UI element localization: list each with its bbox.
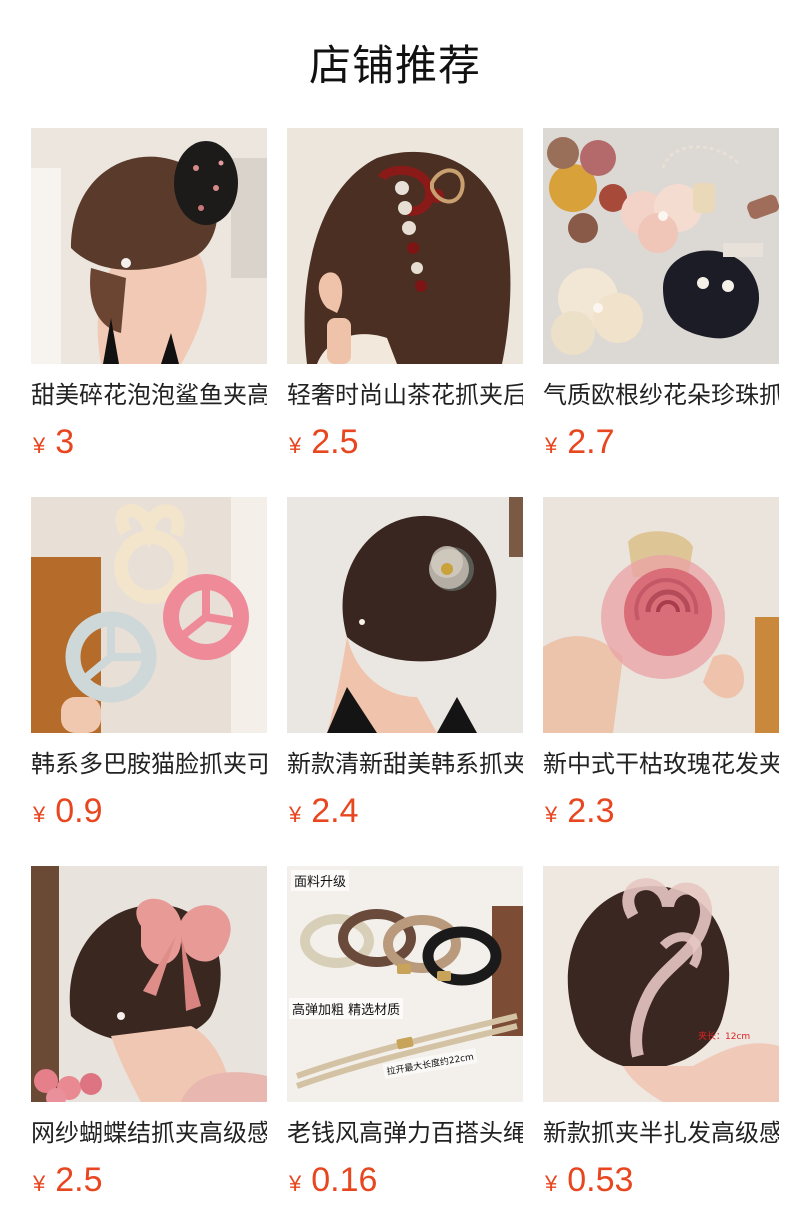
rose-hair-clip-photo[interactable] bbox=[543, 497, 779, 733]
currency-symbol: ¥ bbox=[33, 433, 46, 458]
product-name[interactable]: 甜美碎花泡泡鲨鱼夹高级感 bbox=[31, 378, 267, 412]
price-value: 0.9 bbox=[55, 792, 103, 830]
product-name[interactable]: 气质欧根纱花朵珍珠抓夹 bbox=[543, 378, 779, 412]
product-card[interactable]: 甜美碎花泡泡鲨鱼夹高级感 ¥ 3 bbox=[31, 128, 267, 465]
currency-symbol: ¥ bbox=[289, 802, 302, 827]
heart-claw-clip-photo[interactable]: 夹长：12cm bbox=[543, 866, 779, 1102]
product-card[interactable]: 韩系多巴胺猫脸抓夹可爱 ¥ 0.9 bbox=[31, 497, 267, 834]
product-price: ¥ 0.16 bbox=[287, 1158, 523, 1202]
organza-flower-clips-photo[interactable] bbox=[543, 128, 779, 364]
product-price: ¥ 2.3 bbox=[543, 789, 779, 833]
currency-symbol: ¥ bbox=[545, 1171, 558, 1196]
price-value: 0.53 bbox=[567, 1161, 634, 1199]
product-name[interactable]: 老钱风高弹力百搭头绳 bbox=[287, 1116, 523, 1150]
hair-ties-photo[interactable]: 面料升级 高弹加粗 精选材质 拉开最大长度约22cm bbox=[287, 866, 523, 1102]
currency-symbol: ¥ bbox=[545, 433, 558, 458]
product-price: ¥ 3 bbox=[31, 420, 267, 464]
product-card[interactable]: 网纱蝴蝶结抓夹高级感 ¥ 2.5 bbox=[31, 866, 267, 1203]
product-name[interactable]: 轻奢时尚山茶花抓夹后脑勺 bbox=[287, 378, 523, 412]
product-price: ¥ 2.7 bbox=[543, 420, 779, 464]
product-card[interactable]: 气质欧根纱花朵珍珠抓夹 ¥ 2.7 bbox=[543, 128, 779, 465]
price-value: 0.16 bbox=[311, 1161, 378, 1199]
overlay-label-size: 夹长：12cm bbox=[698, 1032, 751, 1042]
flower-claw-clip-photo[interactable] bbox=[287, 497, 523, 733]
price-value: 2.5 bbox=[311, 423, 359, 461]
currency-symbol: ¥ bbox=[289, 433, 302, 458]
product-price: ¥ 2.5 bbox=[287, 420, 523, 464]
overlay-label-top: 面料升级 bbox=[291, 870, 350, 891]
product-price: ¥ 2.4 bbox=[287, 789, 523, 833]
camellia-claw-clip-photo[interactable] bbox=[287, 128, 523, 364]
product-price: ¥ 0.53 bbox=[543, 1158, 779, 1202]
price-value: 3 bbox=[55, 423, 75, 461]
page-title: 店铺推荐 bbox=[308, 41, 481, 90]
price-value: 2.4 bbox=[311, 792, 359, 830]
bow-claw-clip-photo[interactable] bbox=[31, 866, 267, 1102]
product-price: ¥ 0.9 bbox=[31, 789, 267, 833]
overlay-label-mid: 高弹加粗 精选材质 bbox=[289, 998, 404, 1019]
currency-symbol: ¥ bbox=[545, 802, 558, 827]
product-name[interactable]: 新款清新甜美韩系抓夹 bbox=[287, 747, 523, 781]
currency-symbol: ¥ bbox=[33, 1171, 46, 1196]
price-value: 2.7 bbox=[567, 423, 615, 461]
price-value: 2.3 bbox=[567, 792, 615, 830]
product-name[interactable]: 网纱蝴蝶结抓夹高级感 bbox=[31, 1116, 267, 1150]
price-value: 2.5 bbox=[55, 1161, 103, 1199]
product-name[interactable]: 新款抓夹半扎发高级感 bbox=[543, 1116, 779, 1150]
product-card[interactable]: 夹长：12cm 新款抓夹半扎发高级感 ¥ 0.53 bbox=[543, 866, 779, 1203]
hair-claw-scrunchie-photo[interactable] bbox=[31, 128, 267, 364]
product-name[interactable]: 新中式干枯玫瑰花发夹 bbox=[543, 747, 779, 781]
product-card[interactable]: 轻奢时尚山茶花抓夹后脑勺 ¥ 2.5 bbox=[287, 128, 523, 465]
currency-symbol: ¥ bbox=[33, 802, 46, 827]
product-card[interactable]: 新中式干枯玫瑰花发夹 ¥ 2.3 bbox=[543, 497, 779, 834]
currency-symbol: ¥ bbox=[289, 1171, 302, 1196]
product-card[interactable]: 新款清新甜美韩系抓夹 ¥ 2.4 bbox=[287, 497, 523, 834]
flower-shaped-claws-photo[interactable] bbox=[31, 497, 267, 733]
product-grid: 甜美碎花泡泡鲨鱼夹高级感 ¥ 3 bbox=[31, 128, 779, 1203]
product-name[interactable]: 韩系多巴胺猫脸抓夹可爱 bbox=[31, 747, 267, 781]
product-card[interactable]: 面料升级 高弹加粗 精选材质 拉开最大长度约22cm 老钱风高弹力百搭头绳 ¥ … bbox=[287, 866, 523, 1203]
product-price: ¥ 2.5 bbox=[31, 1158, 267, 1202]
recommendation-page: 店铺推荐 甜美碎花泡泡鲨鱼夹高 ¥ 3 轻奢时尚山茶花抓夹后 ¥ 2.5 气质欧… bbox=[0, 0, 790, 1232]
